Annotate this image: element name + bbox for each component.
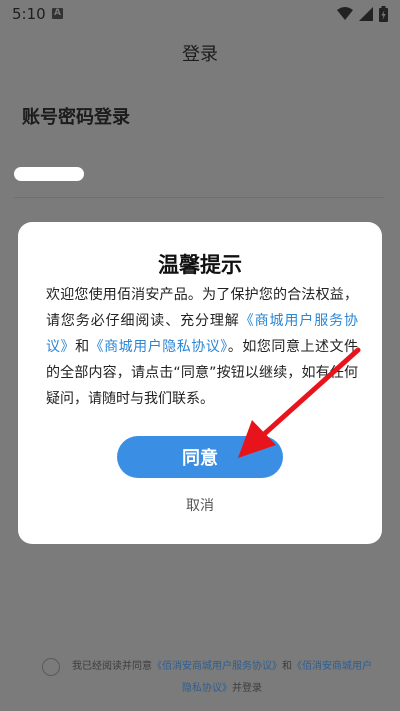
agreement-suffix: 并登录 bbox=[232, 683, 262, 694]
agree-button[interactable]: 同意 bbox=[117, 436, 283, 478]
status-time: 5:10 bbox=[12, 5, 46, 23]
agreement-and: 和 bbox=[282, 661, 292, 672]
notification-a-icon: A bbox=[52, 8, 63, 19]
cancel-button[interactable]: 取消 bbox=[0, 495, 400, 515]
system-icons bbox=[337, 5, 388, 23]
privacy-agreement-link[interactable]: 《商城用户隐私协议》 bbox=[90, 339, 228, 355]
page-title: 登录 bbox=[182, 44, 218, 65]
dialog-body: 欢迎您使用佰消安产品。为了保护您的合法权益，请您务必仔细阅读、充分理解《商城用户… bbox=[46, 282, 358, 412]
status-bar: 5:10 A bbox=[0, 0, 400, 30]
wifi-icon bbox=[337, 7, 353, 20]
agreement-text: 我已经阅读并同意《佰消安商城用户服务协议》和《佰消安商城用户隐私协议》并登录 bbox=[72, 656, 372, 700]
agreement-prefix: 我已经阅读并同意 bbox=[72, 661, 152, 672]
battery-charging-icon bbox=[379, 6, 388, 22]
dialog-title: 温馨提示 bbox=[158, 253, 242, 277]
signal-icon bbox=[359, 7, 373, 21]
redacted-account-mark bbox=[14, 167, 84, 181]
agreement-checkbox[interactable] bbox=[42, 658, 60, 676]
footer-service-agreement-link[interactable]: 《佰消安商城用户服务协议》 bbox=[152, 661, 282, 672]
login-method-title: 账号密码登录 bbox=[22, 107, 130, 128]
account-input[interactable] bbox=[14, 163, 384, 198]
dialog-body-and: 和 bbox=[75, 339, 90, 355]
